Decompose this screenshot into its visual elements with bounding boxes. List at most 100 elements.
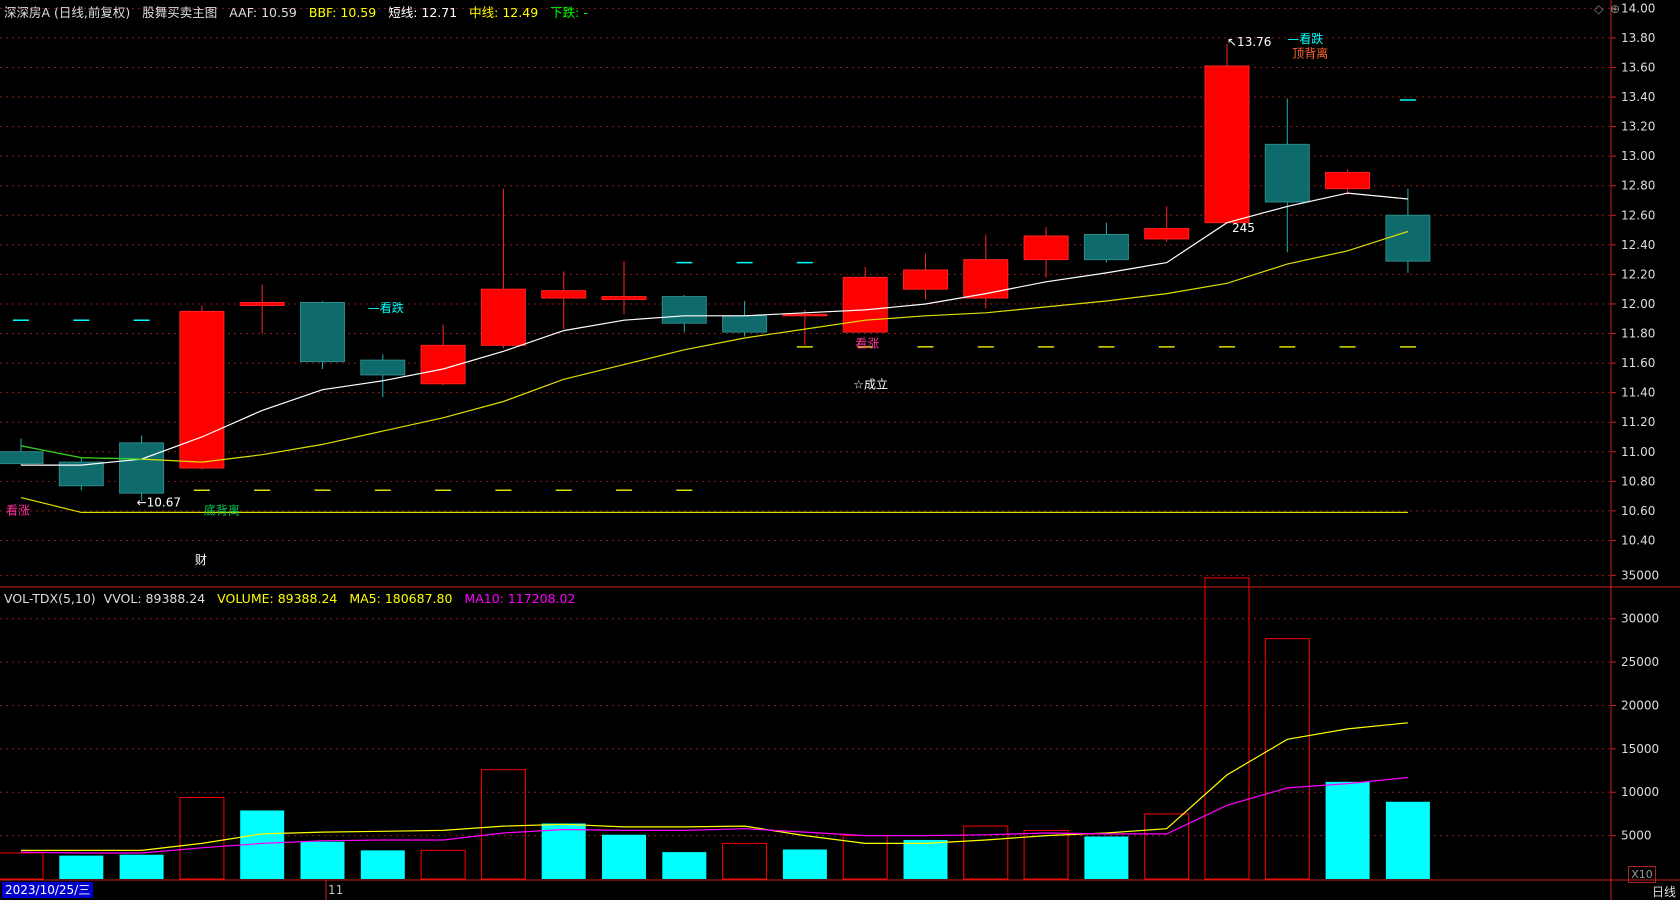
price-tick-label: 11.20 — [1621, 415, 1655, 429]
volume-bar — [842, 835, 888, 880]
volume-tick-label: 10000 — [1621, 785, 1659, 799]
short-line-value: 短线: 12.71 — [388, 5, 458, 20]
trend-value: 下跌: - — [550, 5, 588, 20]
indicator-name[interactable]: 股舞买卖主图 — [142, 5, 217, 20]
volume-bar — [782, 849, 827, 879]
candle-body — [1204, 65, 1250, 224]
period-label[interactable]: 日线 — [1652, 883, 1676, 900]
candle-body — [1144, 228, 1190, 240]
volume-header: VOL-TDX(5,10) VVOL: 89388.24 VOLUME: 893… — [4, 591, 583, 606]
volume-value: VOLUME: 89388.24 — [217, 591, 338, 606]
volume-bar — [0, 852, 44, 880]
volume-bar — [541, 823, 586, 879]
candle-body — [1023, 235, 1069, 261]
stock-name[interactable]: 深深房A (日线,前复权) — [4, 5, 130, 20]
candle-body — [1264, 143, 1310, 203]
price-tick-label: 14.00 — [1621, 1, 1655, 15]
candle-body — [541, 290, 587, 299]
main-header: 深深房A (日线,前复权) 股舞买卖主图 AAF: 10.59 BBF: 10.… — [4, 2, 596, 21]
vol-indicator-name[interactable]: VOL-TDX(5,10) — [4, 591, 96, 606]
signal-label: 245 — [1232, 221, 1255, 235]
mid-line-value: 中线: 12.49 — [469, 5, 539, 20]
price-tick-label: 10.40 — [1621, 533, 1655, 547]
volume-bar — [903, 839, 948, 879]
candlestick-panel[interactable]: 看涨←10.67底背离财—看跌看涨☆成立↖13.76 —看跌顶背离245 — [0, 31, 1431, 567]
settings-icon[interactable]: ⊕ — [1610, 2, 1620, 16]
candle-body — [782, 313, 828, 317]
candle-body — [963, 259, 1009, 299]
signal-label: ←10.67 — [137, 496, 181, 510]
signal-label: —看跌 — [368, 300, 404, 315]
date-label[interactable]: 2023/10/25/三 — [2, 882, 94, 898]
unit-label: X10 — [1628, 866, 1656, 883]
candle-body — [601, 296, 647, 301]
volume-tick-label: 20000 — [1621, 698, 1659, 712]
volume-bar — [1023, 829, 1069, 880]
short-line-series — [21, 192, 1408, 466]
vvol-value: VVOL: 89388.24 — [103, 591, 206, 606]
candle-body — [179, 310, 225, 469]
volume-tick-label: 30000 — [1621, 612, 1659, 626]
price-tick-label: 12.20 — [1621, 267, 1655, 281]
candle-body — [1083, 233, 1129, 261]
candle-body — [842, 276, 888, 333]
volume-bar — [602, 834, 646, 879]
signal-label: 看涨 — [6, 502, 30, 517]
candle-body — [360, 359, 406, 376]
volume-bar — [300, 841, 345, 879]
vol-ma10-value: MA10: 117208.02 — [464, 591, 576, 606]
price-axis: 10.40 10.60 10.80 11.00 11.20 11.40 11.60 11.80… — [1611, 1, 1659, 843]
price-tick-label: 13.00 — [1621, 149, 1655, 163]
diamond-icon[interactable]: ◇ — [1594, 2, 1603, 16]
signal-label: 底背离 — [204, 502, 240, 517]
price-tick-label: 13.40 — [1621, 90, 1655, 104]
candle-body — [1325, 171, 1371, 190]
volume-bar — [1325, 781, 1370, 879]
price-tick-label: 13.60 — [1621, 60, 1655, 74]
aaf-value: AAF: 10.59 — [229, 5, 297, 20]
mid-line-series — [20, 230, 1409, 463]
candle-body — [239, 301, 285, 306]
candle-body — [119, 442, 165, 494]
price-tick-label: 10.60 — [1621, 504, 1655, 518]
price-tick-label: 11.40 — [1621, 386, 1655, 400]
volume-tick-label: 25000 — [1621, 655, 1659, 669]
candle-body — [722, 315, 768, 333]
signal-label: ☆成立 — [853, 377, 888, 392]
price-tick-label: 13.20 — [1621, 120, 1655, 134]
volume-bar — [1204, 577, 1250, 880]
candle-body — [480, 288, 526, 346]
price-tick-label: 13.80 — [1621, 31, 1655, 45]
price-tick-label: 12.60 — [1621, 208, 1655, 222]
volume-bar — [119, 854, 164, 879]
candle-body — [903, 269, 948, 290]
volume-bar — [1144, 813, 1190, 880]
volume-tick-label: 5000 — [1621, 829, 1652, 843]
volume-ma10-series — [20, 776, 1408, 854]
signal-label: 顶背离 — [1292, 46, 1328, 61]
volume-bar — [1084, 836, 1129, 879]
volume-bar — [662, 852, 707, 879]
bbf-value: BBF: 10.59 — [308, 5, 377, 20]
volume-panel[interactable] — [0, 577, 1430, 880]
candle-body — [1385, 214, 1431, 262]
signal-label: 财 — [195, 553, 207, 567]
candle-body — [0, 451, 44, 465]
volume-bar — [480, 769, 526, 880]
volume-bar — [722, 842, 768, 880]
volume-tick-label: 15000 — [1621, 742, 1659, 756]
price-tick-label: 12.80 — [1621, 179, 1655, 193]
volume-bar — [1385, 801, 1430, 879]
price-tick-label: 11.80 — [1621, 327, 1655, 341]
volume-bar — [179, 796, 225, 880]
vol-ma5-value: MA5: 180687.80 — [349, 591, 453, 606]
volume-bar — [59, 855, 104, 879]
volume-bar — [420, 849, 466, 880]
volume-bar — [1264, 638, 1310, 880]
month-label: 11 — [328, 883, 344, 897]
price-tick-label: 11.60 — [1621, 356, 1655, 370]
price-tick-label: 12.00 — [1621, 297, 1655, 311]
volume-bar — [360, 850, 405, 879]
chart-canvas[interactable]: 看涨←10.67底背离财—看跌看涨☆成立↖13.76 —看跌顶背离245 10.4… — [0, 0, 1680, 900]
signal-label: 看涨 — [855, 335, 879, 350]
